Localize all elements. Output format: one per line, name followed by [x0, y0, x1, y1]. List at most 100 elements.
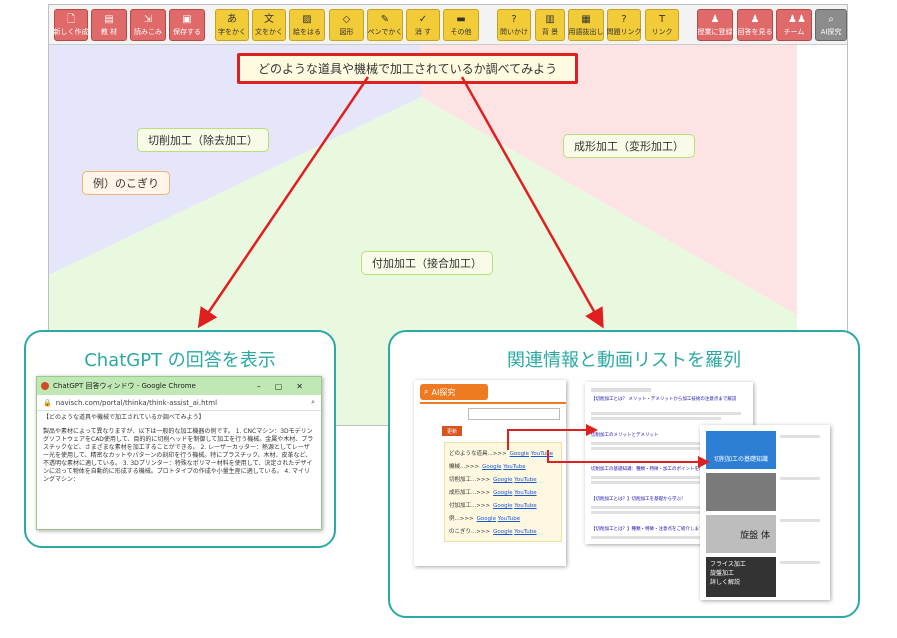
- chatgpt-window-titlebar: ChatGPT 回答ウィンドウ - Google Chrome –▢✕: [37, 377, 321, 395]
- toolbar-button-18[interactable]: ♟♟ チーム: [776, 9, 812, 41]
- video-meta-line: [780, 435, 820, 438]
- toolbar-button-5[interactable]: 文文をかく: [252, 9, 286, 41]
- toolbar-button-label: 保存する: [173, 28, 201, 36]
- result-snippet-line: [591, 412, 741, 415]
- youtube-link[interactable]: YouTube: [514, 529, 536, 535]
- video-meta-line: [780, 561, 820, 564]
- ai-term-label: 機械...>>>: [449, 464, 480, 470]
- pen-icon: ✎: [380, 14, 390, 25]
- question-link-icon: ?: [621, 14, 627, 25]
- chatgpt-card-title: ChatGPT の回答を表示: [84, 350, 276, 371]
- ai-term-row: 付加加工...>>> Google YouTube: [449, 501, 537, 509]
- search-result-1[interactable]: 【切削加工とは？ メリット・デメリットから加工技術の注意点まで解説: [591, 396, 743, 402]
- toolbar-button-label: リンク: [651, 28, 673, 36]
- toolbar-button-label: 授業に登録: [697, 28, 733, 36]
- ai-search-icon: ⌕: [828, 14, 834, 25]
- toolbar-button-8[interactable]: ✎ ペンでかく: [367, 9, 403, 41]
- youtube-link[interactable]: YouTube: [531, 451, 553, 457]
- example-node[interactable]: 例）のこぎり: [82, 171, 170, 195]
- google-link[interactable]: Google: [493, 529, 512, 535]
- toolbar-button-12[interactable]: ▥ 背 景: [535, 9, 565, 41]
- ai-term-row: どのような道具...>>> Google YouTube: [449, 449, 553, 457]
- register-icon: ♟: [710, 14, 720, 25]
- google-link[interactable]: Google: [510, 451, 529, 457]
- question-icon: ?: [511, 14, 517, 25]
- toolbar-button-15[interactable]: T リンク: [645, 9, 679, 41]
- ai-term-row: のこぎり...>>> Google YouTube: [449, 527, 537, 535]
- video-thumbnail-1[interactable]: 切削加工の基礎知識: [706, 431, 776, 469]
- text-icon: あ: [227, 14, 237, 25]
- save-icon: ▣: [182, 14, 192, 25]
- ai-term-row: 機械...>>> Google YouTube: [449, 462, 526, 470]
- ai-search-input[interactable]: [468, 408, 560, 420]
- toolbar-button-label: 問いかけ: [500, 28, 528, 36]
- toolbar-button-7[interactable]: ◇ 図形: [329, 9, 364, 41]
- youtube-link[interactable]: YouTube: [514, 477, 536, 483]
- youtube-link[interactable]: YouTube: [498, 516, 520, 522]
- toolbar-button-16[interactable]: ♟ 授業に登録: [697, 9, 733, 41]
- video-thumbnail-3[interactable]: 旋盤 体: [706, 515, 776, 553]
- google-link[interactable]: Google: [482, 464, 501, 470]
- youtube-link[interactable]: YouTube: [514, 503, 536, 509]
- toolbar-button-17[interactable]: ♟ 回答を見る: [737, 9, 773, 41]
- chatgpt-window: ChatGPT 回答ウィンドウ - Google Chrome –▢✕ 🔒 na…: [36, 376, 322, 530]
- youtube-link[interactable]: YouTube: [503, 464, 525, 470]
- toolbar-button-2[interactable]: ⇲ 読みこみ: [130, 9, 166, 41]
- main-question-node[interactable]: どのような道具や機械で加工されているか調べてみよう: [237, 53, 579, 84]
- cutting-node[interactable]: 切削加工（除去加工）: [137, 128, 269, 152]
- window-controls[interactable]: –▢✕: [257, 382, 321, 391]
- toolbar-button-6[interactable]: ▨ 絵をはる: [289, 9, 325, 41]
- video-4-line1: フライス加工: [710, 561, 746, 568]
- update-button[interactable]: 更新: [442, 426, 462, 436]
- google-link[interactable]: Google: [493, 490, 512, 496]
- toolbar-button-19[interactable]: ⌕ AI探究: [815, 9, 847, 41]
- toolbox-icon: ▬: [456, 14, 466, 25]
- toolbar-button-3[interactable]: ▣ 保存する: [169, 9, 205, 41]
- ai-panel-header: ⌕ AI探究: [420, 384, 488, 400]
- image-icon: ▨: [302, 14, 312, 25]
- toolbar-button-label: 背 景: [541, 28, 559, 36]
- toolbar-button-1[interactable]: ▤ 教 材: [91, 9, 127, 41]
- toolbar: 🗋 新しく作成 ▤ 教 材 ⇲ 読みこみ ▣ 保存する あ字をかく文文をかく ▨ 絵をはる ◇ 図形 ✎ ペ…: [49, 5, 847, 45]
- joining-node[interactable]: 付加加工（接合加工）: [361, 251, 493, 275]
- toolbar-button-9[interactable]: ✓ 消 す: [406, 9, 440, 41]
- youtube-link[interactable]: YouTube: [514, 490, 536, 496]
- toolbar-button-0[interactable]: 🗋 新しく作成: [53, 9, 89, 41]
- ai-term-label: 例...>>>: [449, 516, 474, 522]
- search-icon[interactable]: ⌕: [311, 398, 321, 407]
- toolbar-button-4[interactable]: あ字をかく: [215, 9, 249, 41]
- toolbar-button-label: 用語抜出し: [568, 28, 604, 36]
- related-card-title: 関連情報と動画リストを羅列: [507, 350, 741, 371]
- ai-term-label: 切削加工...>>>: [449, 477, 491, 483]
- toolbar-button-label: 絵をはる: [293, 28, 321, 36]
- shape-icon: ◇: [342, 14, 351, 25]
- terms-icon: ▦: [581, 14, 591, 25]
- eraser-icon: ✓: [418, 14, 428, 25]
- book-icon: ▤: [104, 14, 114, 25]
- ai-term-row: 切削加工...>>> Google YouTube: [449, 475, 537, 483]
- ai-panel: ⌕ AI探究 更新 どのような道具...>>> Google YouTube 機械.…: [414, 380, 566, 566]
- ai-search-icon: ⌕: [424, 387, 429, 396]
- google-link[interactable]: Google: [493, 477, 512, 483]
- answers-icon: ♟: [750, 14, 760, 25]
- youtube-results-page: 切削加工の基礎知識 旋盤 体 フライス加工 旋盤加工 詳しく解説: [700, 425, 830, 600]
- address-bar[interactable]: 🔒 navisch.com/portal/thinka/think-assist…: [37, 395, 321, 411]
- toolbar-button-13[interactable]: ▦ 用語抜出し: [568, 9, 604, 41]
- google-link[interactable]: Google: [493, 503, 512, 509]
- forming-node[interactable]: 成形加工（変形加工）: [563, 134, 695, 158]
- ai-panel-header-label: AI探究: [431, 387, 456, 397]
- toolbar-button-label: AI探究: [820, 28, 842, 36]
- video-thumbnail-4[interactable]: フライス加工 旋盤加工 詳しく解説: [706, 557, 776, 597]
- toolbar-button-11[interactable]: ? 問いかけ: [497, 9, 531, 41]
- toolbar-button-label: 新しく作成: [53, 28, 89, 36]
- google-link[interactable]: Google: [477, 516, 496, 522]
- video-thumbnail-2[interactable]: [706, 473, 776, 511]
- toolbar-button-label: 回答を見る: [737, 28, 773, 36]
- toolbar-button-label: 文をかく: [255, 28, 283, 36]
- toolbar-button-label: チーム: [783, 28, 805, 36]
- toolbar-button-10[interactable]: ▬ その他: [443, 9, 479, 41]
- toolbar-button-14[interactable]: ? 問題リンク: [607, 9, 642, 41]
- result-snippet-line: [591, 481, 711, 484]
- link-icon: T: [658, 14, 666, 25]
- toolbar-button-label: その他: [450, 28, 472, 36]
